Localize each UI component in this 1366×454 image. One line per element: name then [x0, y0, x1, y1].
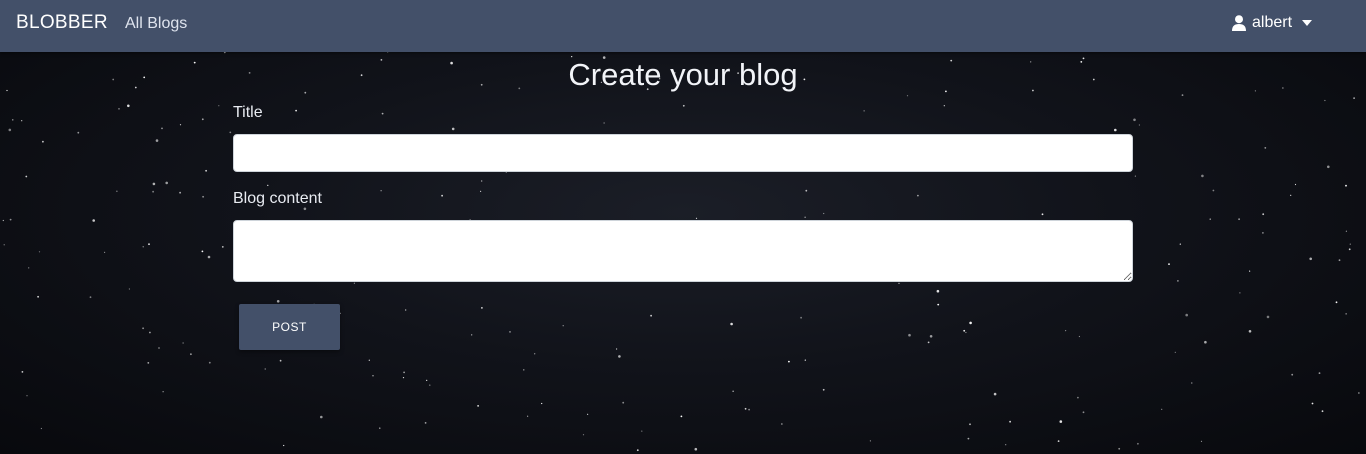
caret-down-icon	[1302, 20, 1313, 26]
brand-link[interactable]: BLOBBER	[16, 12, 108, 34]
post-button[interactable]: POST	[239, 304, 340, 350]
title-input[interactable]	[233, 134, 1133, 172]
user-menu-toggle[interactable]: albert	[1232, 14, 1313, 32]
user-name: albert	[1252, 14, 1293, 31]
blog-content-textarea[interactable]	[233, 220, 1133, 282]
title-label: Title	[233, 104, 263, 121]
blog-content-label: Blog content	[233, 190, 322, 207]
nav-link-all-blogs[interactable]: All Blogs	[125, 15, 187, 33]
user-icon	[1232, 15, 1246, 31]
page-title: Create your blog	[568, 57, 798, 92]
top-navbar: BLOBBER All Blogs albert	[0, 0, 1366, 52]
